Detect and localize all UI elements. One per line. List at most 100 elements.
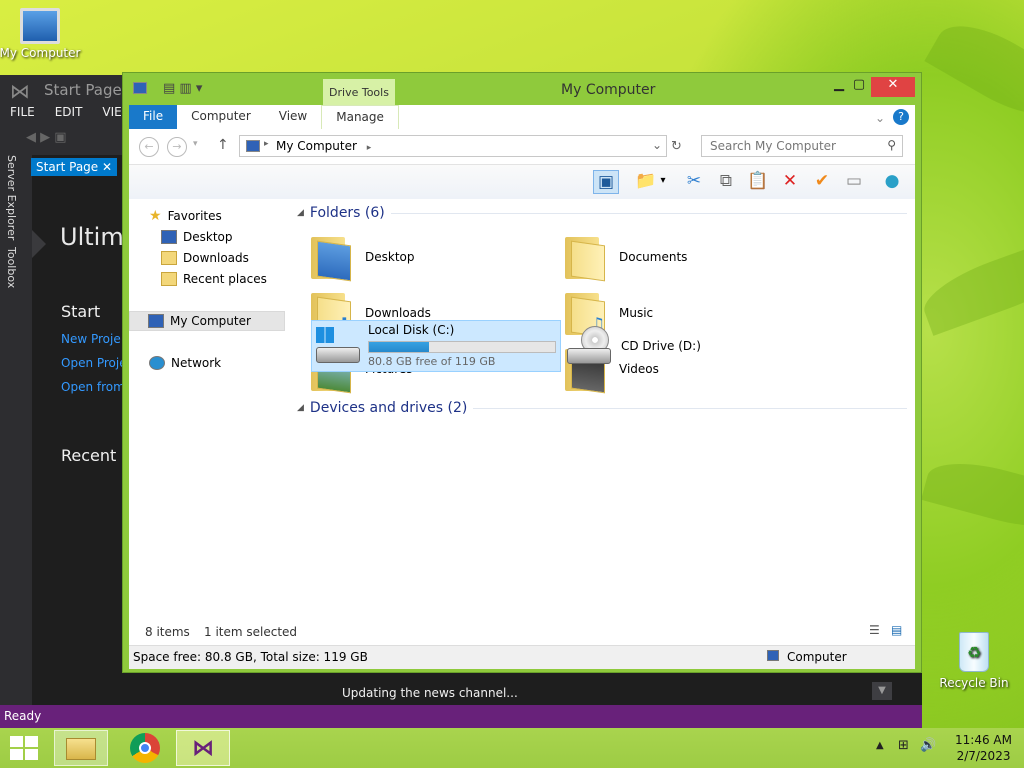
- large-icons-view-icon[interactable]: ▤: [891, 623, 902, 637]
- group-folders[interactable]: ◢ Folders (6): [297, 205, 907, 221]
- nav-label: Favorites: [167, 209, 222, 223]
- visual-studio-taskbar-button[interactable]: ⋈: [176, 730, 230, 766]
- star-icon: ★: [149, 208, 162, 224]
- open-from-link[interactable]: Open from: [61, 380, 125, 394]
- drive-label: Local Disk (C:): [368, 323, 455, 337]
- status-bar: 8 items 1 item selected ☰ ▤: [129, 617, 915, 645]
- folder-desktop[interactable]: Desktop: [311, 233, 415, 282]
- forward-button[interactable]: →: [167, 137, 187, 157]
- computer-icon: [133, 82, 147, 94]
- search-icon: ⚲: [887, 138, 896, 152]
- close-button[interactable]: ✕: [871, 77, 915, 97]
- drive-c[interactable]: Local Disk (C:) 80.8 GB free of 119 GB: [311, 320, 561, 372]
- tab-file[interactable]: File: [129, 105, 178, 129]
- drive-free-space: 80.8 GB free of 119 GB: [368, 355, 496, 368]
- help-icon[interactable]: ?: [893, 109, 909, 125]
- computer-icon: [246, 140, 260, 152]
- start-windows-icon[interactable]: [10, 736, 38, 760]
- paste-button[interactable]: 📋: [745, 170, 771, 194]
- search-placeholder: Search My Computer: [710, 139, 836, 153]
- explorer-window: ▤ ▥ ▾ Drive Tools My Computer ▁ ▢ ✕ File…: [122, 72, 922, 673]
- search-input[interactable]: Search My Computer ⚲: [701, 135, 903, 157]
- vs-side-panel: Server Explorer Toolbox: [0, 155, 24, 755]
- vs-title: Start Page -: [44, 81, 132, 99]
- nav-label: Desktop: [183, 230, 233, 244]
- dropdown-icon[interactable]: ▾: [657, 170, 669, 194]
- folder-documents[interactable]: Documents: [565, 233, 687, 282]
- tab-computer[interactable]: Computer: [177, 105, 265, 129]
- nav-desktop[interactable]: Desktop: [161, 227, 233, 247]
- vs-status-bar: Ready: [0, 705, 922, 728]
- refresh-button[interactable]: ↻: [671, 139, 682, 154]
- status-text: Ready: [4, 709, 42, 723]
- nav-label: My Computer: [170, 314, 251, 328]
- nav-network[interactable]: Network: [149, 353, 221, 373]
- clock-date: 2/7/2023: [956, 749, 1011, 763]
- up-button[interactable]: ↑: [217, 137, 229, 153]
- recycle-bin-icon: ♻: [959, 632, 989, 672]
- recent-dropdown-icon[interactable]: ▾: [193, 139, 198, 149]
- delete-button[interactable]: ✕: [777, 170, 803, 194]
- wallpaper-leaf: [924, 9, 1024, 131]
- address-dropdown-icon[interactable]: ⌄: [652, 138, 662, 152]
- folder-label: Music: [619, 306, 654, 320]
- tab-label: Start Page: [36, 160, 99, 174]
- clock[interactable]: 11:46 AM 2/7/2023: [955, 732, 1012, 764]
- address-text: My Computer: [276, 139, 357, 153]
- nav-favorites[interactable]: ★ Favorites: [149, 206, 222, 226]
- cut-button[interactable]: ✂: [681, 170, 707, 194]
- checkmark-button[interactable]: ✔: [809, 170, 835, 194]
- show-hidden-icons[interactable]: ▲: [876, 740, 884, 751]
- details-view-icon[interactable]: ☰: [869, 623, 880, 637]
- news-status: Updating the news channel...: [342, 686, 518, 700]
- downloads-icon: [161, 251, 177, 265]
- command-toolbar: ▣ 📁 ▾ ✂ ⧉ 📋 ✕ ✔ ▭ ●: [129, 165, 915, 199]
- copy-button[interactable]: ⧉: [713, 170, 739, 194]
- folder-label: Downloads: [365, 306, 431, 320]
- nav-downloads[interactable]: Downloads: [161, 248, 249, 268]
- desktop-icon-label: Recycle Bin: [939, 676, 1009, 690]
- desktop-icon-my-computer[interactable]: My Computer: [0, 8, 82, 60]
- tab-view[interactable]: View: [265, 105, 321, 129]
- back-button[interactable]: ←: [139, 137, 159, 157]
- nav-my-computer[interactable]: My Computer: [129, 311, 285, 331]
- clock-time: 11:46 AM: [955, 733, 1012, 747]
- chrome-taskbar-button[interactable]: [118, 730, 172, 766]
- selection-count: 1 item selected: [204, 625, 298, 639]
- drive-d[interactable]: CD Drive (D:): [567, 322, 701, 370]
- menu-edit[interactable]: EDIT: [55, 105, 83, 119]
- collapse-icon: ◢: [297, 403, 304, 413]
- address-bar-row: ← → ▾ ↑ ▸ My Computer ▸ ⌄ ↻ Search My Co…: [129, 129, 915, 165]
- server-explorer-tab[interactable]: Server Explorer: [5, 155, 18, 240]
- recent-places-icon: [161, 272, 177, 286]
- menu-file[interactable]: FILE: [10, 105, 35, 119]
- vs-toolbar-icons[interactable]: ◀ ▶ ▣: [26, 130, 67, 145]
- disk-usage-bar: [368, 341, 556, 353]
- nav-recent-places[interactable]: Recent places: [161, 269, 267, 289]
- address-field[interactable]: ▸ My Computer ▸ ⌄: [239, 135, 667, 157]
- properties-button[interactable]: ●: [879, 170, 905, 194]
- preview-pane-button[interactable]: ▣: [593, 170, 619, 194]
- group-devices[interactable]: ◢ Devices and drives (2): [297, 400, 907, 416]
- scroll-down-icon[interactable]: ▼: [872, 682, 892, 700]
- divider: [390, 212, 907, 214]
- tab-start-page[interactable]: Start Page ✕: [31, 158, 118, 176]
- folder-icon: [565, 235, 605, 282]
- computer-label: Computer: [787, 650, 847, 664]
- nav-label: Downloads: [183, 251, 249, 265]
- file-explorer-taskbar-button[interactable]: [54, 730, 108, 766]
- toolbox-tab[interactable]: Toolbox: [5, 247, 18, 288]
- volume-icon[interactable]: 🔊: [920, 738, 936, 753]
- desktop-icon-recycle-bin[interactable]: ♻ Recycle Bin: [932, 632, 1016, 690]
- quick-access-toolbar[interactable]: ▤ ▥ ▾: [163, 81, 202, 96]
- folder-options-button[interactable]: 📁: [633, 170, 659, 194]
- tab-manage[interactable]: Manage: [321, 105, 399, 129]
- item-count: 8 items: [145, 625, 190, 639]
- network-tray-icon[interactable]: ⊞: [898, 738, 909, 753]
- rename-button[interactable]: ▭: [841, 170, 867, 194]
- ribbon-expand-icon[interactable]: ⌄: [867, 107, 893, 129]
- open-project-link[interactable]: Open Proje: [61, 356, 127, 370]
- new-project-link[interactable]: New Proje: [61, 332, 121, 346]
- explorer-content: ★ Favorites Desktop Downloads Recent plac…: [129, 199, 915, 617]
- hard-drive-icon: [316, 327, 360, 367]
